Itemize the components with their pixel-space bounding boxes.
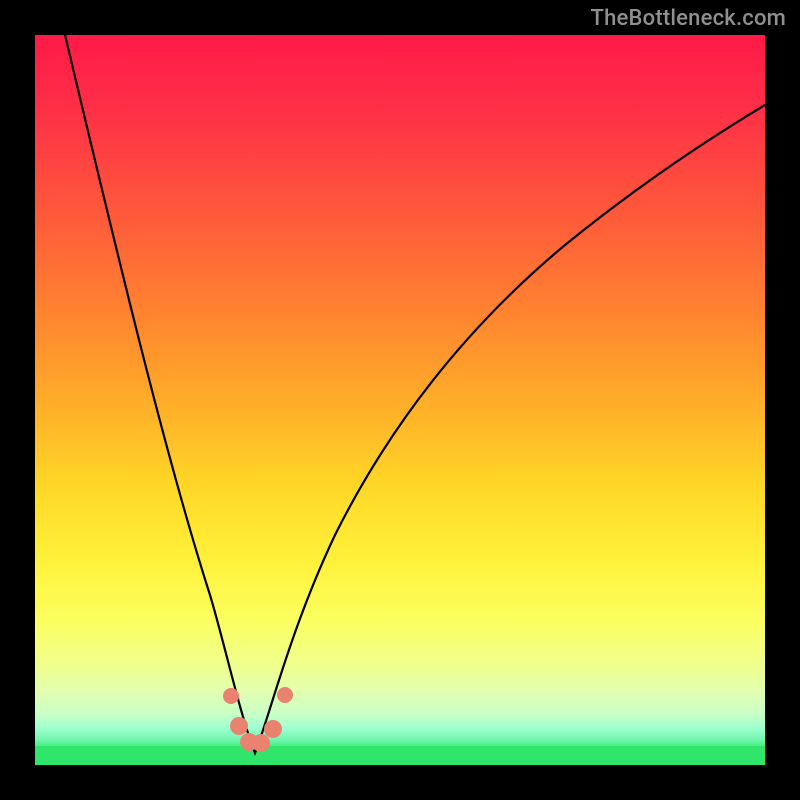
chart-frame: TheBottleneck.com [0, 0, 800, 800]
curve-layer [35, 35, 765, 765]
curve-marker [223, 688, 239, 704]
bottleneck-curve [65, 35, 765, 753]
curve-marker [252, 734, 270, 752]
curve-marker [277, 687, 293, 703]
watermark-text: TheBottleneck.com [591, 6, 786, 31]
curve-marker [264, 720, 282, 738]
curve-marker [230, 717, 248, 735]
plot-area [35, 35, 765, 765]
